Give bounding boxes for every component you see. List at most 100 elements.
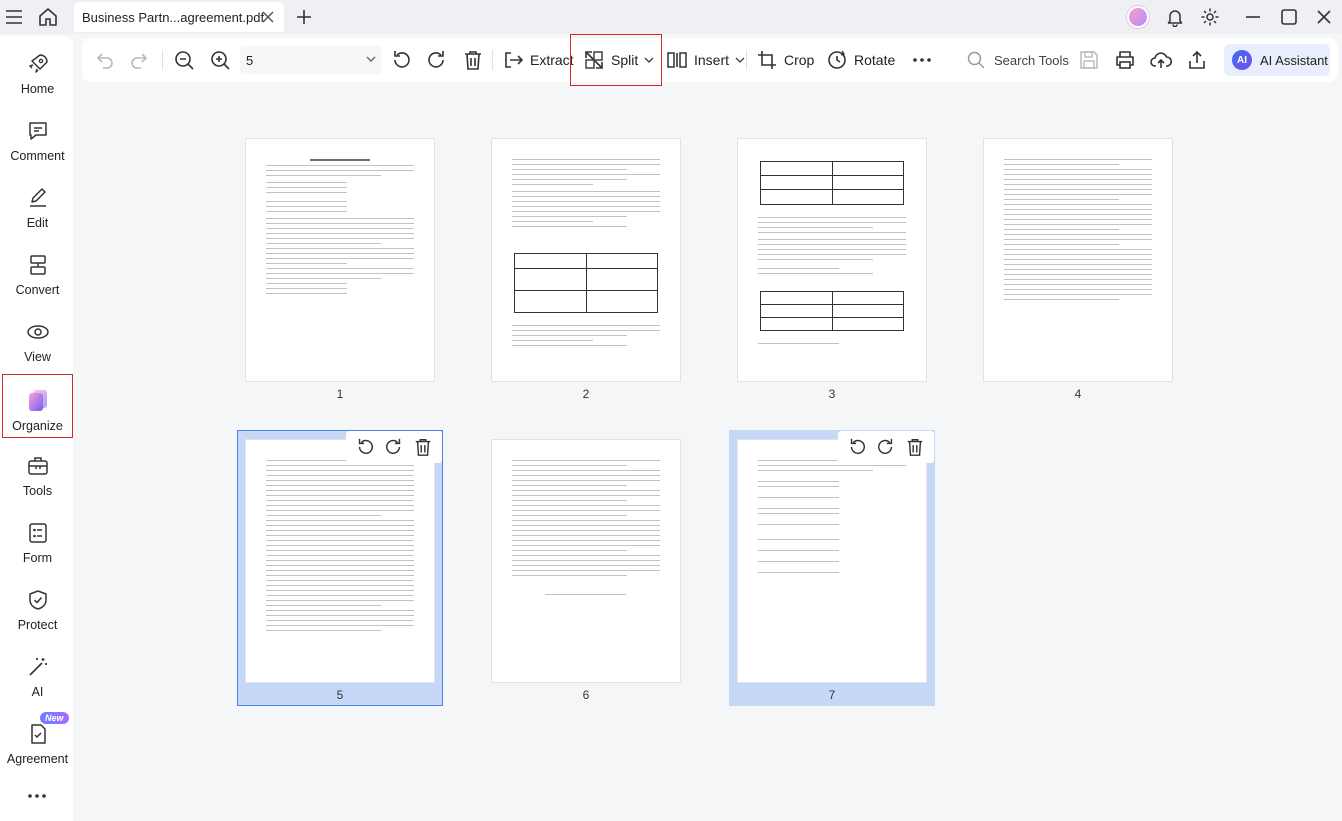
sidebar-item-label: Agreement <box>6 752 69 766</box>
sidebar-item-view[interactable]: View <box>2 308 73 372</box>
save-button[interactable] <box>1078 44 1100 76</box>
page-number: 7 <box>828 688 836 702</box>
sidebar-item-label: Convert <box>15 283 60 297</box>
edit-icon <box>29 188 46 207</box>
shield-icon <box>28 590 47 610</box>
split-label: Split <box>611 52 639 68</box>
save-icon <box>1080 51 1098 69</box>
page-thumbnail-selected[interactable] <box>738 440 926 682</box>
toolbox-icon <box>27 457 48 475</box>
share-button[interactable] <box>1186 44 1208 76</box>
sidebar-item-ai[interactable]: AI <box>2 643 73 707</box>
maximize-icon[interactable] <box>1276 4 1302 30</box>
rotate-button[interactable]: Rotate <box>826 44 895 76</box>
ai-assistant-button[interactable]: AI AI Assistant <box>1224 44 1330 76</box>
toolbar-divider <box>746 50 747 70</box>
sidebar-item-label: Form <box>22 551 53 565</box>
delete-button[interactable] <box>462 44 484 76</box>
gear-icon[interactable] <box>1197 4 1223 30</box>
sidebar-item-agreement[interactable]: New Agreement <box>2 710 73 774</box>
chevron-down-icon <box>644 57 654 63</box>
document-tab[interactable]: Business Partn...agreement.pdf <box>74 2 284 32</box>
redo-button[interactable] <box>128 44 150 76</box>
minimize-icon[interactable] <box>1240 4 1266 30</box>
sidebar-item-label: Tools <box>22 484 53 498</box>
rotate-left-icon[interactable] <box>847 437 867 457</box>
avatar[interactable] <box>1127 6 1149 28</box>
new-badge: New <box>40 712 69 724</box>
extract-icon <box>505 52 524 68</box>
sidebar-item-home[interactable]: Home <box>2 40 73 104</box>
new-tab-icon[interactable] <box>290 4 318 30</box>
sidebar-item-comment[interactable]: Comment <box>2 107 73 171</box>
page-number: 6 <box>582 688 590 702</box>
sidebar-item-convert[interactable]: Convert <box>2 241 73 305</box>
page-thumbnail[interactable] <box>738 139 926 381</box>
undo-icon <box>96 53 113 69</box>
convert-icon <box>29 255 46 275</box>
rotate-icon <box>828 50 846 69</box>
home-icon[interactable] <box>34 4 62 30</box>
left-sidebar: Home Comment Edit Convert View Organize … <box>0 36 73 821</box>
rotate-label: Rotate <box>854 52 896 68</box>
insert-icon <box>667 52 687 68</box>
close-tab-icon[interactable] <box>260 9 276 25</box>
bell-icon[interactable] <box>1162 4 1188 30</box>
toolbar-divider <box>492 50 493 70</box>
sidebar-item-organize[interactable]: Organize <box>2 374 73 438</box>
sidebar-item-label: Protect <box>17 618 58 632</box>
form-icon <box>28 523 47 543</box>
trash-icon <box>465 51 481 70</box>
sidebar-item-label: AI <box>31 685 44 699</box>
chevron-down-icon <box>366 56 376 62</box>
close-window-icon[interactable] <box>1311 4 1337 30</box>
view-icon <box>26 325 49 339</box>
extract-button[interactable]: Extract <box>502 44 574 76</box>
page-thumbnail[interactable] <box>492 139 680 381</box>
trash-icon[interactable] <box>413 437 433 457</box>
rocket-icon <box>28 54 48 73</box>
zoom-out-button[interactable] <box>173 44 195 76</box>
split-button[interactable]: Split <box>583 44 654 76</box>
more-icon[interactable] <box>27 792 47 800</box>
sidebar-item-tools[interactable]: Tools <box>2 442 73 506</box>
print-button[interactable] <box>1114 44 1136 76</box>
rotate-left-icon <box>394 51 410 68</box>
redo-icon <box>131 53 148 69</box>
sidebar-item-label: View <box>24 350 51 364</box>
chevron-down-icon <box>735 57 745 63</box>
rotate-right-icon[interactable] <box>384 437 404 457</box>
page-number: 5 <box>336 688 344 702</box>
rotate-left-icon[interactable] <box>355 437 375 457</box>
search-icon <box>967 51 985 69</box>
page-number: 2 <box>582 387 590 401</box>
rotate-right-icon <box>428 51 444 68</box>
sidebar-item-label: Organize <box>12 419 63 433</box>
page-thumbnail[interactable] <box>246 139 434 381</box>
undo-button[interactable] <box>94 44 116 76</box>
more-horizontal-icon <box>913 58 931 62</box>
page-thumbnail[interactable] <box>984 139 1172 381</box>
rotate-left-button[interactable] <box>390 44 412 76</box>
crop-icon <box>758 51 776 69</box>
sidebar-item-form[interactable]: Form <box>2 509 73 573</box>
more-options-button[interactable] <box>912 44 932 76</box>
page-thumbnail[interactable] <box>492 440 680 682</box>
zoom-out-icon <box>175 51 194 70</box>
crop-button[interactable]: Crop <box>756 44 814 76</box>
zoom-in-icon <box>211 51 230 70</box>
extract-label: Extract <box>530 52 574 68</box>
zoom-select[interactable]: 5 <box>240 46 382 74</box>
upload-cloud-button[interactable] <box>1150 44 1172 76</box>
zoom-in-button[interactable] <box>209 44 231 76</box>
title-bar: Business Partn...agreement.pdf <box>0 0 1342 34</box>
search-tools-input[interactable]: Search Tools <box>966 44 1069 76</box>
page-thumbnail-selected[interactable] <box>246 440 434 682</box>
sidebar-item-edit[interactable]: Edit <box>2 174 73 238</box>
sidebar-item-protect[interactable]: Protect <box>2 576 73 640</box>
trash-icon[interactable] <box>905 437 925 457</box>
rotate-right-button[interactable] <box>426 44 448 76</box>
rotate-right-icon[interactable] <box>876 437 896 457</box>
insert-button[interactable]: Insert <box>666 44 745 76</box>
menu-icon[interactable] <box>0 4 28 30</box>
